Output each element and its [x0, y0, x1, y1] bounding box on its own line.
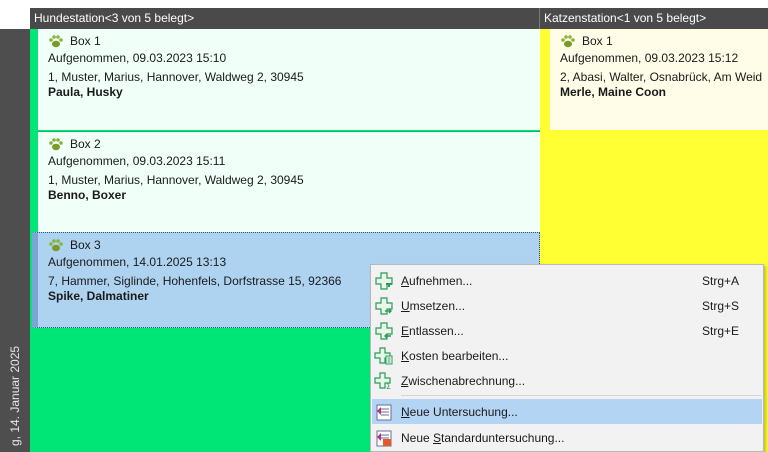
menu-separator	[401, 395, 761, 396]
menu-item-label: Entlassen...	[401, 323, 464, 338]
menu-item-shortcut: Strg+A	[702, 273, 740, 288]
admitted-text: Aufgenommen, 09.03.2023 15:12	[560, 51, 739, 65]
menu-item-shortcut: Strg+E	[702, 323, 740, 338]
move-cross-icon	[374, 296, 394, 316]
menu-item-shortcut: Strg+S	[702, 298, 740, 313]
admitted-text: Aufgenommen, 09.03.2023 15:11	[48, 154, 226, 168]
box-title: Box 2	[70, 137, 101, 151]
paw-icon	[48, 238, 64, 252]
paw-icon	[48, 34, 64, 48]
menu-item-label: Neue Untersuchung...	[401, 404, 518, 419]
costs-cross-icon	[374, 346, 394, 366]
menu-item-entlassen[interactable]: Entlassen... Strg+E	[372, 318, 762, 343]
examination-icon	[374, 402, 394, 422]
menu-item-label: Aufnehmen...	[401, 273, 473, 288]
date-strip: g, 14. Januar 2025	[0, 0, 30, 452]
interim-billing-cross-icon: Σ	[374, 371, 394, 391]
date-label: g, 14. Januar 2025	[8, 345, 22, 446]
box-title: Box 1	[582, 34, 613, 48]
admitted-text: Aufgenommen, 09.03.2023 15:10	[48, 51, 227, 65]
paw-icon	[48, 137, 64, 151]
pet-name: Benno, Boxer	[48, 188, 127, 202]
dog-station-header[interactable]: Hundestation<3 von 5 belegt>	[30, 8, 540, 29]
menu-item-umsetzen[interactable]: Umsetzen... Strg+S	[372, 293, 762, 318]
owner-text: 2, Abasi, Walter, Osnabrück, Am Weid	[560, 70, 763, 84]
paw-icon	[560, 34, 576, 48]
menu-item-kosten-bearbeiten[interactable]: Kosten bearbeiten...	[372, 343, 762, 368]
menu-item-label: Neue Standarduntersuchung...	[401, 430, 565, 445]
discharge-cross-icon	[374, 321, 394, 341]
context-menu: Aufnehmen... Strg+A Umsetzen... Strg+S E…	[370, 264, 764, 452]
add-cross-icon	[374, 271, 394, 291]
box-title: Box 3	[70, 238, 101, 252]
menu-item-label: Zwischenabrechnung...	[401, 373, 526, 388]
pet-name: Merle, Maine Coon	[560, 85, 667, 99]
owner-text: 1, Muster, Marius, Hannover, Waldweg 2, …	[48, 173, 304, 187]
menu-item-zwischenabrechnung[interactable]: Σ Zwischenabrechnung...	[372, 368, 762, 393]
kennel-box[interactable]: Box 2 Aufgenommen, 09.03.2023 15:11 1, M…	[32, 131, 540, 232]
menu-item-aufnehmen[interactable]: Aufnehmen... Strg+A	[372, 268, 762, 293]
standard-examination-icon	[374, 428, 394, 448]
kennel-box[interactable]: Box 1 Aufgenommen, 09.03.2023 15:10 1, M…	[32, 29, 540, 130]
owner-text: 1, Muster, Marius, Hannover, Waldweg 2, …	[48, 70, 304, 84]
menu-item-label: Kosten bearbeiten...	[401, 348, 509, 363]
svg-text:Σ: Σ	[386, 382, 391, 391]
cat-station-header[interactable]: Katzenstation<1 von 5 belegt>	[540, 8, 768, 29]
kennel-box[interactable]: Box 1 Aufgenommen, 09.03.2023 15:12 2, A…	[544, 29, 768, 130]
pet-name: Paula, Husky	[48, 85, 123, 99]
menu-item-label: Umsetzen...	[401, 298, 466, 313]
menu-item-neue-standarduntersuchung[interactable]: Neue Standarduntersuchung...	[372, 425, 762, 450]
menu-item-neue-untersuchung[interactable]: Neue Untersuchung...	[372, 399, 762, 424]
box-title: Box 1	[70, 34, 101, 48]
